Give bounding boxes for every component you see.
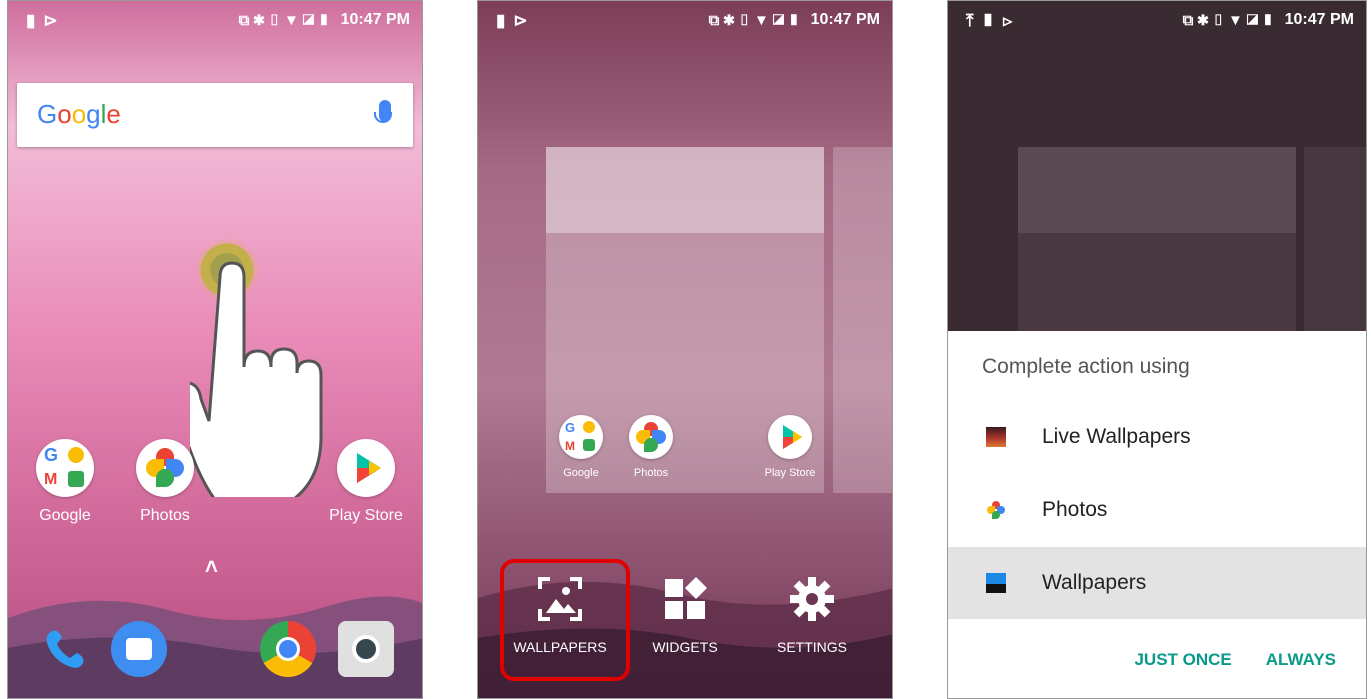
wallpapers-app-icon (986, 573, 1006, 593)
next-page-preview[interactable] (833, 147, 892, 493)
search-bar-preview (546, 147, 824, 233)
chooser-phone: ⤒▮⊳ ⧉✱▯▼◪▮ 10:47 PM Complete action usin… (947, 0, 1367, 699)
app-label: Photos (633, 467, 669, 479)
status-bar: ▮⊳ ⧉✱▯▼◪▮ 10:47 PM (8, 1, 422, 45)
settings-gear-icon (757, 571, 867, 627)
google-apps-folder-icon: G M (559, 415, 603, 459)
mic-icon[interactable] (374, 100, 392, 123)
home-page-preview[interactable]: G M Google Photos Play Store (546, 147, 824, 493)
hand-pointer-icon (190, 261, 323, 497)
status-bar: ⤒▮⊳ ⧉✱▯▼◪▮ 10:47 PM (948, 1, 1366, 45)
play-store-icon (768, 415, 812, 459)
photos-icon (629, 415, 673, 459)
google-logo: Google (37, 99, 121, 129)
phone-icon[interactable] (38, 621, 94, 677)
photos-icon (136, 439, 194, 497)
app-label: Play Store (329, 507, 403, 524)
app-play-store[interactable]: Play Store (324, 439, 408, 525)
dimmed-background (948, 1, 1366, 331)
status-bar: ▮⊳ ⧉✱▯▼◪▮ 10:47 PM (478, 1, 892, 45)
always-button[interactable]: ALWAYS (1266, 650, 1336, 670)
play-store-icon (337, 439, 395, 497)
option-label: Wallpapers (1042, 571, 1147, 594)
next-page-preview-dimmed (1304, 147, 1366, 331)
messages-icon[interactable] (111, 621, 167, 677)
preview-app-google: G M Google (554, 415, 608, 479)
app-drawer-chevron-icon[interactable]: ˄ (205, 554, 218, 580)
widgets-icon (630, 571, 740, 627)
widgets-button[interactable]: WIDGETS (630, 571, 740, 655)
option-label: Photos (1042, 498, 1108, 521)
notification-icons: ⤒▮⊳ (966, 11, 1021, 30)
home-edit-phone: ▮⊳ ⧉✱▯▼◪▮ 10:47 PM G M Google Photos Pla… (477, 0, 893, 699)
app-label: Google (563, 467, 599, 479)
settings-button[interactable]: SETTINGS (757, 571, 867, 655)
notification-icons: ▮⊳ (496, 11, 536, 30)
camera-icon[interactable] (338, 621, 394, 677)
menu-label: WIDGETS (652, 639, 718, 655)
just-once-button[interactable]: JUST ONCE (1134, 650, 1231, 670)
option-label: Live Wallpapers (1042, 425, 1191, 448)
google-apps-folder-icon: G M (36, 439, 94, 497)
app-google-folder[interactable]: G M Google (30, 439, 100, 525)
status-icons: ⧉✱▯▼◪▮ (238, 11, 334, 29)
live-wallpapers-icon (986, 427, 1006, 447)
app-photos[interactable]: Photos (130, 439, 200, 525)
status-icons: ⧉✱▯▼◪▮ (1182, 11, 1278, 29)
chooser-title: Complete action using (982, 355, 1190, 378)
status-time: 10:47 PM (810, 11, 880, 28)
chooser-sheet: Complete action using Live Wallpapers Ph… (948, 331, 1366, 698)
home-page-preview-dimmed (1018, 147, 1296, 331)
app-label: Google (39, 507, 91, 524)
photos-icon (986, 500, 1006, 520)
option-photos[interactable]: Photos (948, 474, 1366, 546)
status-time: 10:47 PM (1284, 11, 1354, 28)
option-wallpapers[interactable]: Wallpapers (948, 547, 1366, 619)
preview-app-photos: Photos (624, 415, 678, 479)
option-live-wallpapers[interactable]: Live Wallpapers (948, 401, 1366, 473)
app-label: Photos (140, 507, 190, 524)
app-label: Play Store (764, 467, 816, 479)
status-time: 10:47 PM (340, 11, 410, 28)
preview-app-play-store: Play Store (758, 415, 822, 479)
google-search-bar[interactable]: Google (17, 83, 413, 147)
menu-label: SETTINGS (776, 639, 847, 655)
chrome-icon[interactable] (260, 621, 316, 677)
wallpapers-highlight-box (500, 559, 630, 681)
home-screen-phone: ▮⊳ ⧉✱▯▼◪▮ 10:47 PM Google G M Google Pho… (7, 0, 423, 699)
status-icons: ⧉✱▯▼◪▮ (708, 11, 804, 29)
notification-icons: ▮⊳ (26, 11, 66, 30)
